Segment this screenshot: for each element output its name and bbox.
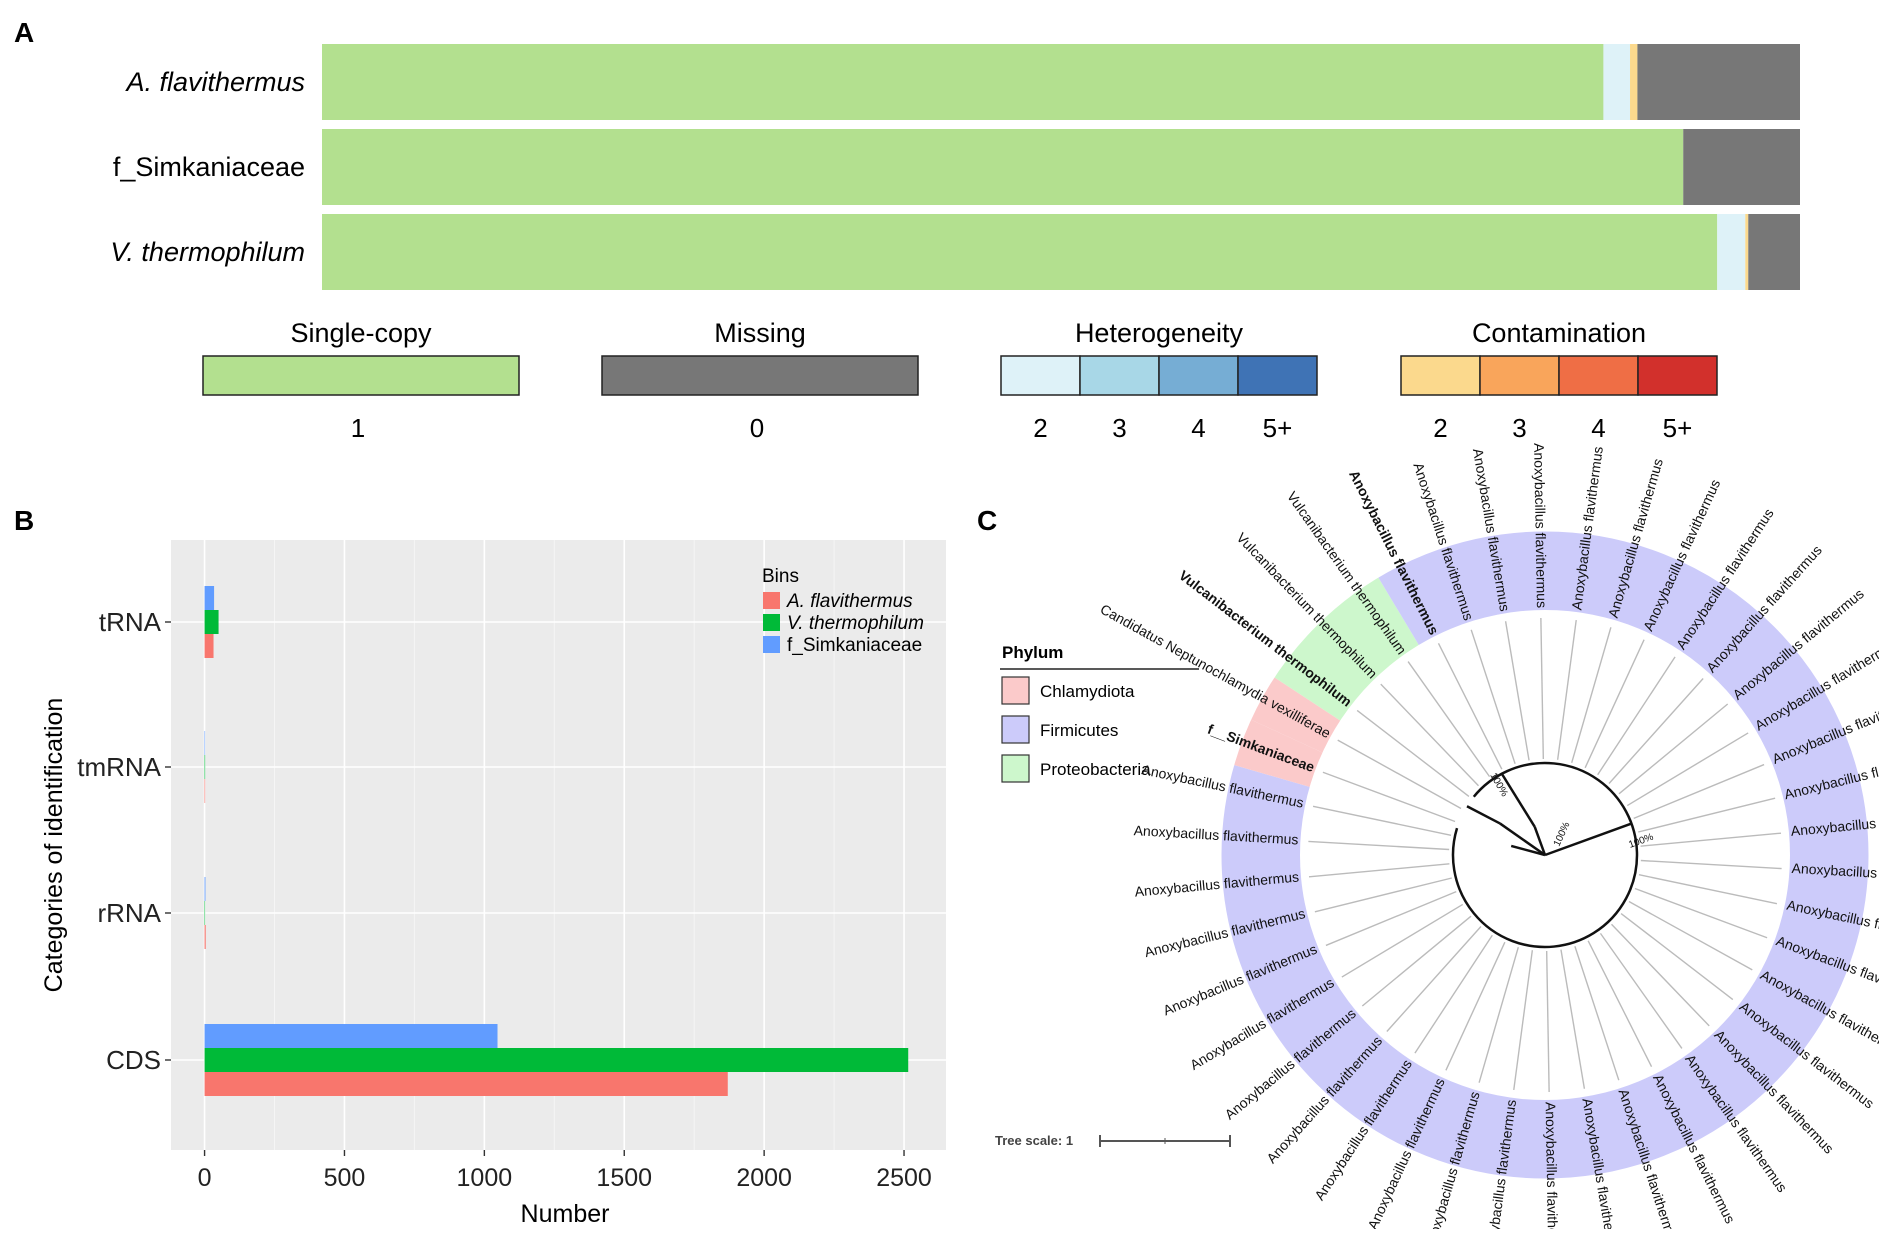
- phylum-swatch: [1001, 715, 1030, 744]
- bar: [204, 877, 206, 901]
- x-tick-label: 2500: [876, 1164, 932, 1192]
- figure-svg: A B C A. flavithermusf_SimkaniaceaeV. th…: [14, 17, 1879, 1234]
- legend-swatch: [1558, 355, 1639, 396]
- legend-item-label: 5+: [1663, 413, 1693, 443]
- x-tick-label: 1000: [457, 1164, 513, 1192]
- panel-a-legend: Single-copy 1 Missing 0 Heterogeneity 2 3 4 5+ Co…: [202, 318, 1718, 443]
- bin-label: f_Simkaniaceae: [113, 152, 305, 182]
- bin-label: A. flavithermus: [124, 67, 305, 97]
- busco-bar-segment: [322, 214, 1718, 290]
- legend-group-title: Single-copy: [290, 318, 432, 348]
- legend-swatch: [1637, 355, 1718, 396]
- panel-b-bar-chart: 0 500 1000 1500 2000 2500 tRNA tmRNA rRNA CDS Num…: [40, 540, 946, 1228]
- legend-swatch: [1237, 355, 1318, 396]
- circular-tree: Candidatus Neptunochlamydia vexilliferae…: [1098, 443, 1879, 1234]
- legend-item-label: 2: [1433, 413, 1447, 443]
- panel-label-b: B: [14, 505, 34, 536]
- legend-swatch: [1158, 355, 1239, 396]
- busco-bar-segment: [1630, 44, 1638, 120]
- bar: [204, 634, 214, 658]
- legend-key: [763, 614, 780, 631]
- legend-item-label: 3: [1512, 413, 1526, 443]
- busco-bar-segment: [1745, 214, 1749, 290]
- legend-group-title: Heterogeneity: [1075, 318, 1244, 348]
- busco-bar-segment: [322, 44, 1604, 120]
- leaf-label: Anoxybacillus flavithermus: [1543, 1102, 1562, 1229]
- legend-swatch: [1000, 355, 1081, 396]
- busco-bar-segment: [1603, 44, 1631, 120]
- bar: [204, 779, 206, 803]
- panel-a-busco-chart: A. flavithermus f_Simkaniaceae V. thermoph…: [110, 44, 1800, 290]
- x-tick-label: 2000: [736, 1164, 792, 1192]
- y-tick-label: CDS: [106, 1045, 161, 1075]
- phylum-label: Firmicutes: [1040, 721, 1118, 740]
- tree-scale-label: Tree scale: 1: [995, 1133, 1073, 1148]
- legend-item-label: 2: [1033, 413, 1047, 443]
- busco-bar-segment: [1683, 129, 1800, 205]
- bar: [204, 925, 206, 949]
- y-tick-label: tmRNA: [77, 752, 161, 782]
- phylum-legend-title: Phylum: [1002, 643, 1063, 662]
- figure: A B C A. flavithermus f_Simkaniaceae V. th…: [0, 0, 1879, 1234]
- legend-item-label: 1: [351, 413, 365, 443]
- bar: [204, 586, 215, 610]
- phylum-label: Proteobacteria: [1040, 760, 1151, 779]
- bar: [204, 901, 206, 925]
- phylum-swatch: [1001, 754, 1030, 783]
- x-axis-label: Number: [521, 1200, 610, 1228]
- legend-swatch: [1400, 355, 1481, 396]
- phylum-legend: Phylum Chlamydiota Firmicutes Proteobacter…: [1000, 643, 1199, 783]
- bar: [204, 731, 206, 755]
- phylum-label: Chlamydiota: [1040, 682, 1135, 701]
- busco-bar-segment: [1748, 214, 1800, 290]
- legend-item-label: 4: [1191, 413, 1205, 443]
- legend-title: Bins: [762, 566, 799, 587]
- legend-label: V. thermophilum: [787, 613, 924, 634]
- y-axis-label: Categories of identification: [40, 698, 68, 993]
- panel-label-c: C: [977, 505, 997, 536]
- bin-label: V. thermophilum: [110, 237, 305, 267]
- legend-item-label: 5+: [1263, 413, 1293, 443]
- tree-scale-bar: [1099, 1135, 1231, 1147]
- bar: [204, 1048, 909, 1072]
- legend-group-title: Missing: [714, 318, 806, 348]
- busco-bar-segment: [1717, 214, 1746, 290]
- legend-swatch: [202, 355, 520, 396]
- legend-item-label: 4: [1591, 413, 1605, 443]
- x-tick-label: 0: [198, 1164, 212, 1192]
- bar: [204, 1072, 728, 1096]
- legend-item-label: 3: [1112, 413, 1126, 443]
- legend-swatch: [1479, 355, 1560, 396]
- y-tick-label: rRNA: [97, 898, 161, 928]
- legend-group-title: Contamination: [1472, 318, 1646, 348]
- legend-key: [763, 592, 780, 609]
- bar: [204, 755, 206, 779]
- bar: [204, 1024, 498, 1048]
- x-tick-label: 500: [324, 1164, 366, 1192]
- leaf-label: Anoxybacillus flavithermus: [1531, 443, 1550, 608]
- panel-label-a: A: [14, 17, 34, 48]
- x-tick-label: 1500: [596, 1164, 652, 1192]
- legend-swatch: [601, 355, 919, 396]
- legend-swatch: [1079, 355, 1160, 396]
- legend-label: A. flavithermus: [786, 591, 913, 612]
- phylum-swatch: [1001, 676, 1030, 705]
- legend-key: [763, 636, 780, 653]
- legend-item-label: 0: [750, 413, 764, 443]
- busco-bar-segment: [322, 129, 1684, 205]
- panel-c-tree: Phylum Chlamydiota Firmicutes Proteobacter…: [995, 443, 1879, 1234]
- bar: [204, 610, 219, 634]
- busco-bar-segment: [1637, 44, 1800, 120]
- y-tick-label: tRNA: [99, 607, 162, 637]
- legend-label: f_Simkaniaceae: [787, 635, 922, 656]
